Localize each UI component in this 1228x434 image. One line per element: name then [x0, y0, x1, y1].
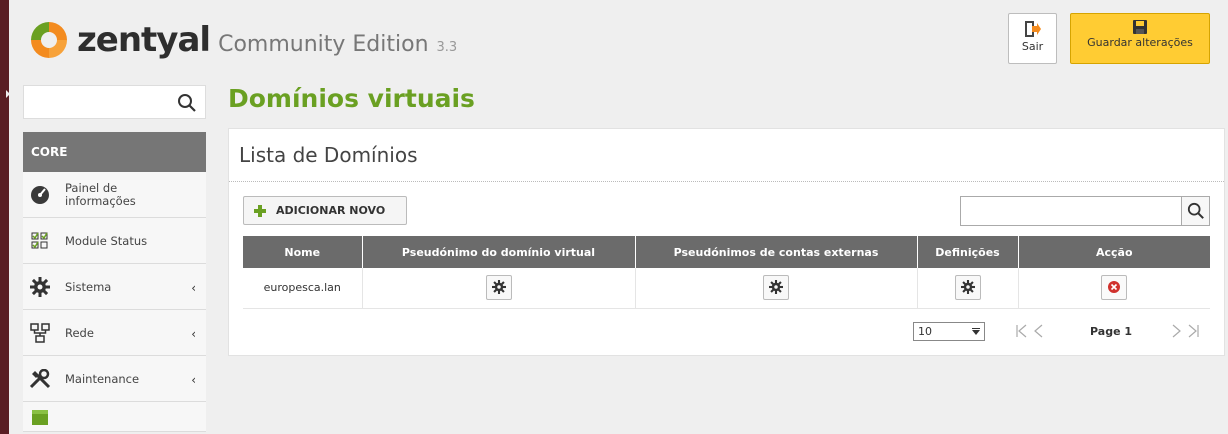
domains-table: Nome Pseudónimo do domínio virtual Pseud… [243, 236, 1210, 309]
logout-label: Sair [1021, 40, 1044, 53]
plus-icon [254, 204, 266, 217]
table-search [960, 196, 1210, 226]
chevron-left-icon: ‹ [191, 327, 196, 341]
page-indicator: Page 1 [1090, 325, 1133, 338]
page-size-value: 10 [918, 325, 932, 338]
sidebar-item-label: Sistema [65, 279, 112, 294]
edition-label: Community Edition [218, 32, 429, 57]
logout-icon [1024, 21, 1041, 37]
delete-icon [1108, 281, 1121, 294]
panel-divider [229, 181, 1224, 182]
column-header-external-aliases[interactable]: Pseudónimos de contas externas [635, 236, 918, 268]
next-page-icon[interactable] [1168, 321, 1184, 341]
sidebar-item-dashboard[interactable]: Painel de informações [23, 172, 206, 218]
domain-name-cell: europesca.lan [243, 268, 363, 309]
zentyal-logo[interactable]: zentyal Community Edition 3.3 [29, 20, 457, 60]
table-search-input[interactable] [961, 197, 1181, 225]
first-page-icon[interactable] [1014, 321, 1030, 341]
tools-icon [29, 368, 51, 390]
sidebar-item-label: Painel de [65, 180, 118, 195]
chevron-down-icon [972, 328, 980, 335]
package-icon [29, 406, 51, 428]
gear-icon [491, 280, 506, 295]
version-label: 3.3 [436, 40, 458, 55]
add-new-button[interactable]: ADICIONAR NOVO [243, 196, 407, 225]
panel-title: Lista de Domínios [239, 143, 418, 167]
previous-page-icon[interactable] [1031, 321, 1047, 341]
sidebar-item-label: Rede [65, 325, 94, 340]
table-header-row: Nome Pseudónimo do domínio virtual Pseud… [243, 236, 1210, 268]
network-icon [29, 322, 51, 344]
chevron-left-icon: ‹ [191, 373, 196, 387]
search-icon[interactable] [177, 93, 197, 113]
sidebar-item-label: Module Status [65, 233, 148, 248]
sidebar-item-rede[interactable]: Rede ‹ [23, 310, 206, 356]
sidebar-item-label: informações [65, 193, 136, 208]
floppy-disk-icon [1133, 20, 1147, 34]
column-header-name[interactable]: Nome [243, 236, 363, 268]
sidebar-search [23, 85, 206, 119]
column-header-settings[interactable]: Definições [917, 236, 1019, 268]
domains-panel: Lista de Domínios ADICIONAR NOVO Nome Ps… [228, 128, 1225, 356]
top-header: zentyal Community Edition 3.3 Sair Guard… [9, 0, 1228, 80]
column-header-virtual-alias[interactable]: Pseudónimo do domínio virtual [362, 236, 636, 268]
column-header-action: Acção [1018, 236, 1210, 268]
gear-icon [960, 280, 975, 295]
zentyal-logo-icon [31, 22, 67, 58]
left-edge-bar [0, 0, 10, 434]
brand-name: zentyal [77, 20, 211, 60]
delete-row-button[interactable] [1101, 275, 1128, 301]
dashboard-icon [29, 184, 51, 206]
module-status-icon [29, 230, 51, 252]
page-size-select[interactable]: 10 [913, 322, 985, 341]
external-aliases-config-button[interactable] [763, 275, 789, 301]
save-changes-label: Guardar alterações [1087, 36, 1193, 49]
sidebar-nav: CORE Painel de informações Module Status… [23, 132, 206, 432]
gear-icon [769, 280, 783, 295]
settings-config-button[interactable] [954, 275, 981, 301]
page-title: Domínios virtuais [228, 84, 475, 113]
nav-section-core: CORE [23, 132, 206, 172]
sidebar-item-module-status[interactable]: Module Status [23, 218, 206, 264]
gear-icon [29, 276, 51, 298]
virtual-alias-config-button[interactable] [485, 275, 512, 301]
sidebar-item-maintenance[interactable]: Maintenance ‹ [23, 356, 206, 402]
sidebar-item-partial[interactable] [23, 402, 206, 432]
table-pager: 10 Page 1 [229, 317, 1226, 347]
last-page-icon[interactable] [1185, 321, 1201, 341]
table-search-button[interactable] [1181, 197, 1209, 225]
save-changes-button[interactable]: Guardar alterações [1070, 13, 1210, 64]
sidebar-item-sistema[interactable]: Sistema ‹ [23, 264, 206, 310]
add-new-label: ADICIONAR NOVO [276, 204, 386, 217]
search-icon [1187, 202, 1204, 219]
chevron-left-icon: ‹ [191, 281, 196, 295]
sidebar-search-input[interactable] [24, 86, 164, 118]
table-row: europesca.lan [243, 268, 1210, 309]
logout-button[interactable]: Sair [1008, 13, 1057, 64]
sidebar-item-label: Maintenance [65, 371, 140, 386]
sidebar: CORE Painel de informações Module Status… [9, 80, 206, 434]
